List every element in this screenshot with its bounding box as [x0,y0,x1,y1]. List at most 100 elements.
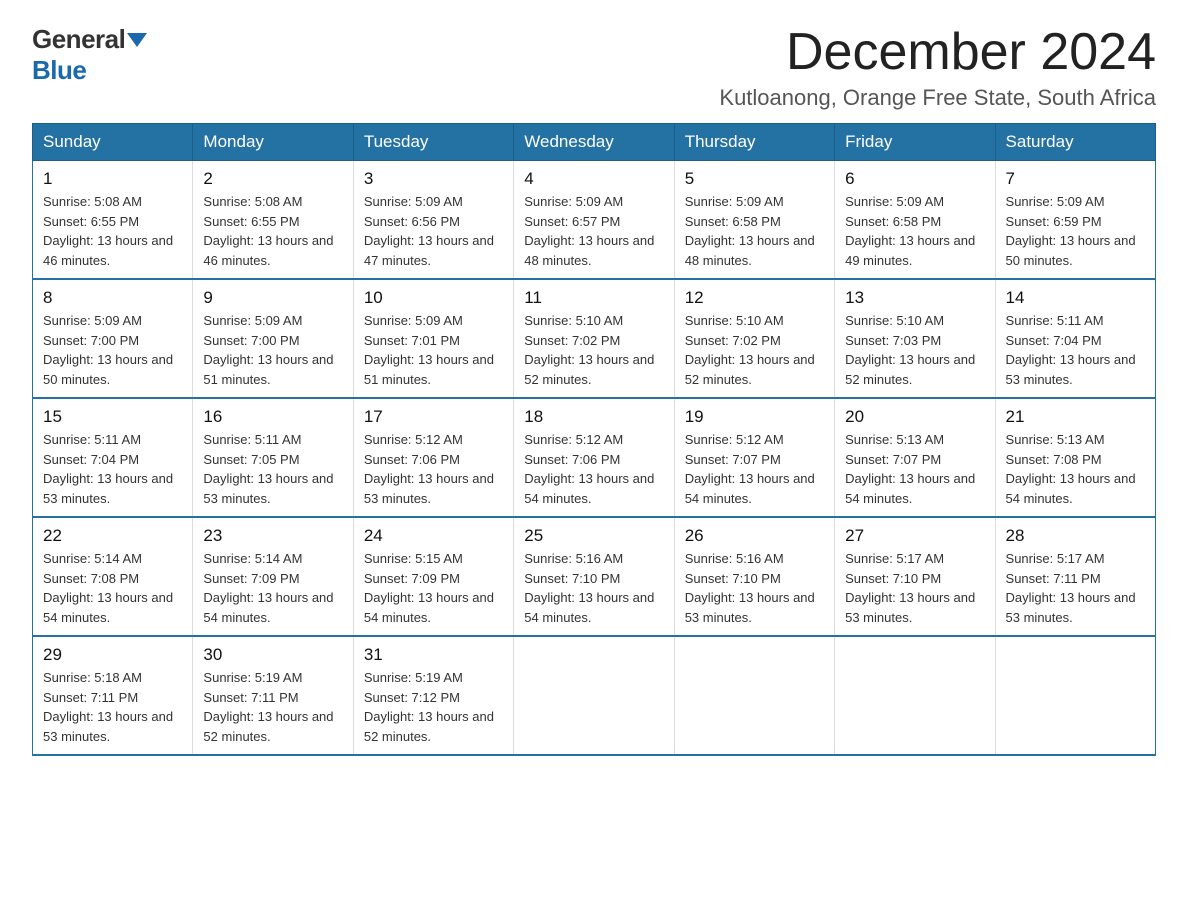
header-saturday: Saturday [995,124,1155,161]
day-info: Sunrise: 5:09 AM Sunset: 7:00 PM Dayligh… [43,311,182,389]
day-number: 27 [845,526,984,546]
day-info: Sunrise: 5:12 AM Sunset: 7:06 PM Dayligh… [364,430,503,508]
day-info: Sunrise: 5:15 AM Sunset: 7:09 PM Dayligh… [364,549,503,627]
calendar-day-cell [514,636,674,755]
calendar-day-cell: 20 Sunrise: 5:13 AM Sunset: 7:07 PM Dayl… [835,398,995,517]
calendar-day-cell: 19 Sunrise: 5:12 AM Sunset: 7:07 PM Dayl… [674,398,834,517]
day-number: 7 [1006,169,1145,189]
day-number: 14 [1006,288,1145,308]
header-thursday: Thursday [674,124,834,161]
calendar-day-cell: 12 Sunrise: 5:10 AM Sunset: 7:02 PM Dayl… [674,279,834,398]
calendar-day-cell: 11 Sunrise: 5:10 AM Sunset: 7:02 PM Dayl… [514,279,674,398]
day-info: Sunrise: 5:09 AM Sunset: 6:59 PM Dayligh… [1006,192,1145,270]
day-info: Sunrise: 5:11 AM Sunset: 7:04 PM Dayligh… [1006,311,1145,389]
header-sunday: Sunday [33,124,193,161]
day-info: Sunrise: 5:14 AM Sunset: 7:08 PM Dayligh… [43,549,182,627]
calendar-day-cell: 15 Sunrise: 5:11 AM Sunset: 7:04 PM Dayl… [33,398,193,517]
day-number: 8 [43,288,182,308]
calendar-day-cell: 18 Sunrise: 5:12 AM Sunset: 7:06 PM Dayl… [514,398,674,517]
day-info: Sunrise: 5:10 AM Sunset: 7:02 PM Dayligh… [524,311,663,389]
day-info: Sunrise: 5:13 AM Sunset: 7:07 PM Dayligh… [845,430,984,508]
day-info: Sunrise: 5:17 AM Sunset: 7:10 PM Dayligh… [845,549,984,627]
page-header: General Blue December 2024 Kutloanong, O… [32,24,1156,111]
day-number: 25 [524,526,663,546]
title-block: December 2024 Kutloanong, Orange Free St… [719,24,1156,111]
day-info: Sunrise: 5:19 AM Sunset: 7:12 PM Dayligh… [364,668,503,746]
day-number: 26 [685,526,824,546]
day-info: Sunrise: 5:11 AM Sunset: 7:04 PM Dayligh… [43,430,182,508]
calendar-day-cell: 10 Sunrise: 5:09 AM Sunset: 7:01 PM Dayl… [353,279,513,398]
day-info: Sunrise: 5:10 AM Sunset: 7:03 PM Dayligh… [845,311,984,389]
calendar-day-cell: 28 Sunrise: 5:17 AM Sunset: 7:11 PM Dayl… [995,517,1155,636]
day-number: 3 [364,169,503,189]
day-number: 13 [845,288,984,308]
day-number: 30 [203,645,342,665]
day-number: 18 [524,407,663,427]
calendar-day-cell: 24 Sunrise: 5:15 AM Sunset: 7:09 PM Dayl… [353,517,513,636]
day-info: Sunrise: 5:14 AM Sunset: 7:09 PM Dayligh… [203,549,342,627]
day-info: Sunrise: 5:09 AM Sunset: 7:00 PM Dayligh… [203,311,342,389]
month-title: December 2024 [719,24,1156,81]
day-info: Sunrise: 5:09 AM Sunset: 6:58 PM Dayligh… [845,192,984,270]
day-number: 9 [203,288,342,308]
day-info: Sunrise: 5:13 AM Sunset: 7:08 PM Dayligh… [1006,430,1145,508]
logo-general: General [32,24,125,54]
calendar-day-cell: 29 Sunrise: 5:18 AM Sunset: 7:11 PM Dayl… [33,636,193,755]
day-info: Sunrise: 5:09 AM Sunset: 6:56 PM Dayligh… [364,192,503,270]
calendar-week-row: 29 Sunrise: 5:18 AM Sunset: 7:11 PM Dayl… [33,636,1156,755]
calendar-day-cell: 27 Sunrise: 5:17 AM Sunset: 7:10 PM Dayl… [835,517,995,636]
day-number: 22 [43,526,182,546]
day-info: Sunrise: 5:19 AM Sunset: 7:11 PM Dayligh… [203,668,342,746]
day-info: Sunrise: 5:17 AM Sunset: 7:11 PM Dayligh… [1006,549,1145,627]
day-info: Sunrise: 5:11 AM Sunset: 7:05 PM Dayligh… [203,430,342,508]
day-number: 17 [364,407,503,427]
day-number: 12 [685,288,824,308]
calendar-day-cell: 21 Sunrise: 5:13 AM Sunset: 7:08 PM Dayl… [995,398,1155,517]
calendar-day-cell: 4 Sunrise: 5:09 AM Sunset: 6:57 PM Dayli… [514,161,674,280]
calendar-day-cell: 6 Sunrise: 5:09 AM Sunset: 6:58 PM Dayli… [835,161,995,280]
header-wednesday: Wednesday [514,124,674,161]
day-number: 31 [364,645,503,665]
logo-blue: Blue [32,55,86,86]
day-info: Sunrise: 5:09 AM Sunset: 7:01 PM Dayligh… [364,311,503,389]
day-number: 19 [685,407,824,427]
calendar-day-cell: 13 Sunrise: 5:10 AM Sunset: 7:03 PM Dayl… [835,279,995,398]
day-info: Sunrise: 5:08 AM Sunset: 6:55 PM Dayligh… [43,192,182,270]
day-number: 2 [203,169,342,189]
calendar-day-cell: 14 Sunrise: 5:11 AM Sunset: 7:04 PM Dayl… [995,279,1155,398]
day-info: Sunrise: 5:12 AM Sunset: 7:07 PM Dayligh… [685,430,824,508]
logo: General Blue [32,24,147,86]
calendar-day-cell: 31 Sunrise: 5:19 AM Sunset: 7:12 PM Dayl… [353,636,513,755]
day-info: Sunrise: 5:09 AM Sunset: 6:58 PM Dayligh… [685,192,824,270]
day-number: 28 [1006,526,1145,546]
day-number: 10 [364,288,503,308]
day-info: Sunrise: 5:16 AM Sunset: 7:10 PM Dayligh… [685,549,824,627]
calendar-day-cell: 22 Sunrise: 5:14 AM Sunset: 7:08 PM Dayl… [33,517,193,636]
calendar-day-cell: 30 Sunrise: 5:19 AM Sunset: 7:11 PM Dayl… [193,636,353,755]
calendar-day-cell: 9 Sunrise: 5:09 AM Sunset: 7:00 PM Dayli… [193,279,353,398]
day-number: 5 [685,169,824,189]
calendar-day-cell [674,636,834,755]
day-info: Sunrise: 5:12 AM Sunset: 7:06 PM Dayligh… [524,430,663,508]
calendar-day-cell: 16 Sunrise: 5:11 AM Sunset: 7:05 PM Dayl… [193,398,353,517]
day-number: 21 [1006,407,1145,427]
calendar-week-row: 8 Sunrise: 5:09 AM Sunset: 7:00 PM Dayli… [33,279,1156,398]
calendar-day-cell: 23 Sunrise: 5:14 AM Sunset: 7:09 PM Dayl… [193,517,353,636]
calendar-table: Sunday Monday Tuesday Wednesday Thursday… [32,123,1156,756]
calendar-day-cell: 1 Sunrise: 5:08 AM Sunset: 6:55 PM Dayli… [33,161,193,280]
calendar-day-cell: 5 Sunrise: 5:09 AM Sunset: 6:58 PM Dayli… [674,161,834,280]
calendar-day-cell: 26 Sunrise: 5:16 AM Sunset: 7:10 PM Dayl… [674,517,834,636]
day-info: Sunrise: 5:16 AM Sunset: 7:10 PM Dayligh… [524,549,663,627]
day-number: 15 [43,407,182,427]
calendar-day-cell: 2 Sunrise: 5:08 AM Sunset: 6:55 PM Dayli… [193,161,353,280]
header-friday: Friday [835,124,995,161]
calendar-week-row: 15 Sunrise: 5:11 AM Sunset: 7:04 PM Dayl… [33,398,1156,517]
calendar-day-cell: 17 Sunrise: 5:12 AM Sunset: 7:06 PM Dayl… [353,398,513,517]
day-number: 1 [43,169,182,189]
logo-text: General [32,24,147,55]
day-number: 23 [203,526,342,546]
header-monday: Monday [193,124,353,161]
header-tuesday: Tuesday [353,124,513,161]
day-number: 24 [364,526,503,546]
logo-triangle-icon [127,33,147,47]
